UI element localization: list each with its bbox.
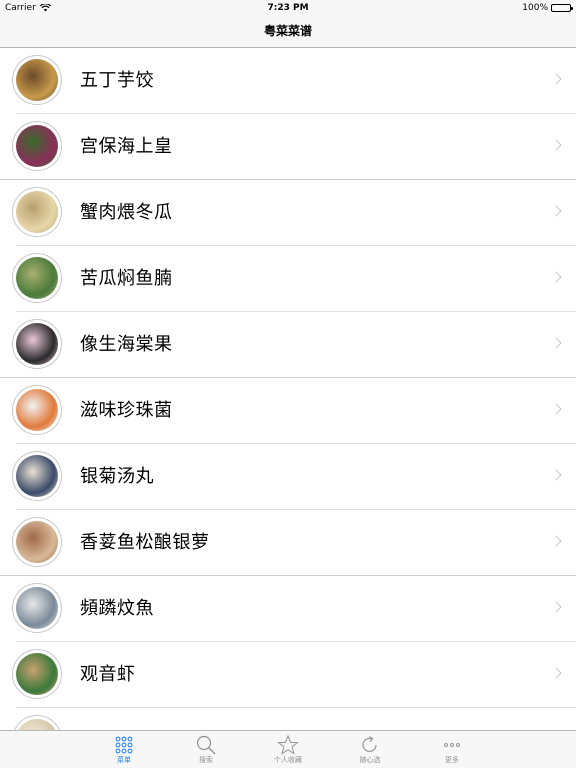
battery-icon [551, 4, 573, 12]
chevron-right-icon [550, 601, 562, 613]
recipe-thumbnail [12, 649, 62, 699]
page-title: 粤菜菜谱 [263, 24, 312, 38]
recipe-photo [16, 521, 58, 563]
tab-label: 搜索 [199, 756, 213, 764]
chevron-right-icon [550, 469, 562, 481]
tab-search[interactable]: 搜索 [165, 731, 247, 768]
recipe-name: 頻蹸炆魚 [80, 598, 154, 619]
tab-label: 菜单 [117, 756, 131, 764]
list-item[interactable] [12, 708, 576, 730]
recipe-photo [16, 719, 58, 730]
recipe-thumbnail [12, 451, 62, 501]
recipe-photo [16, 587, 58, 629]
list-item[interactable]: 苦瓜焖鱼腩 [12, 246, 576, 312]
recipe-thumbnail [12, 715, 62, 730]
tab-refresh[interactable]: 随心选 [329, 731, 411, 768]
recipe-name: 宫保海上皇 [80, 136, 173, 157]
recipe-thumbnail [12, 187, 62, 237]
recipe-name: 蟹肉煨冬瓜 [80, 202, 173, 223]
list-item[interactable]: 滋味珍珠菌 [12, 378, 576, 444]
list-item[interactable]: 像生海棠果 [0, 312, 576, 378]
recipe-photo [16, 257, 58, 299]
recipe-photo [16, 191, 58, 233]
refresh-icon [362, 736, 377, 752]
chevron-right-icon [550, 139, 562, 151]
list-item[interactable]: 蟹肉煨冬瓜 [12, 180, 576, 246]
chevron-right-icon [550, 403, 562, 415]
recipe-photo [16, 59, 58, 101]
list-item[interactable]: 观音虾 [12, 642, 576, 708]
recipe-name: 香荽鱼松酿银萝 [80, 532, 210, 553]
app-window: Carrier 7:23 PM 100% 粤菜菜谱 五丁芋饺宫保海上皇蟹肉煨冬瓜… [0, 0, 576, 768]
recipe-name: 银菊汤丸 [80, 466, 154, 487]
tab-label: 随心选 [359, 756, 381, 764]
recipe-thumbnail [12, 583, 62, 633]
chevron-right-icon [550, 337, 562, 349]
tab-bar: 菜单 搜索 个人收藏 随心选 更多 [0, 730, 576, 768]
recipe-name: 滋味珍珠菌 [80, 400, 173, 421]
tab-label: 更多 [445, 756, 459, 764]
recipe-thumbnail [12, 253, 62, 303]
recipe-name: 苦瓜焖鱼腩 [80, 268, 173, 289]
recipe-name: 五丁芋饺 [80, 70, 154, 91]
tab-more[interactable]: 更多 [411, 731, 493, 768]
status-right: 100% [522, 0, 573, 16]
list-item[interactable]: 香荽鱼松酿银萝 [0, 510, 576, 576]
recipe-name: 像生海棠果 [80, 334, 173, 355]
search-icon [196, 735, 216, 755]
recipe-photo [16, 653, 58, 695]
star-icon [277, 734, 299, 755]
chevron-right-icon [550, 73, 562, 85]
grid-icon [115, 736, 133, 754]
tab-grid[interactable]: 菜单 [83, 731, 165, 768]
recipe-thumbnail [12, 319, 62, 369]
status-time: 7:23 PM [267, 3, 309, 13]
recipe-list[interactable]: 五丁芋饺宫保海上皇蟹肉煨冬瓜苦瓜焖鱼腩像生海棠果滋味珍珠菌银菊汤丸香荽鱼松酿银萝… [0, 48, 576, 730]
chevron-right-icon [550, 535, 562, 547]
recipe-photo [16, 323, 58, 365]
recipe-thumbnail [12, 55, 62, 105]
tab-star[interactable]: 个人收藏 [247, 731, 329, 768]
tab-label: 个人收藏 [274, 756, 302, 764]
list-item[interactable]: 银菊汤丸 [12, 444, 576, 510]
more-icon [444, 743, 460, 747]
nav-bar: 粤菜菜谱 [0, 16, 576, 48]
chevron-right-icon [550, 667, 562, 679]
recipe-thumbnail [12, 385, 62, 435]
recipe-photo [16, 455, 58, 497]
list-item[interactable]: 頻蹸炆魚 [12, 576, 576, 642]
battery-percent: 100% [522, 3, 548, 13]
recipe-photo [16, 125, 58, 167]
recipe-thumbnail [12, 121, 62, 171]
chevron-right-icon [550, 271, 562, 283]
recipe-photo [16, 389, 58, 431]
status-bar: Carrier 7:23 PM 100% [0, 0, 576, 16]
chevron-right-icon [550, 205, 562, 217]
recipe-thumbnail [12, 517, 62, 567]
list-item[interactable]: 宫保海上皇 [0, 114, 576, 180]
list-item[interactable]: 五丁芋饺 [12, 48, 576, 114]
recipe-name: 观音虾 [80, 664, 136, 685]
